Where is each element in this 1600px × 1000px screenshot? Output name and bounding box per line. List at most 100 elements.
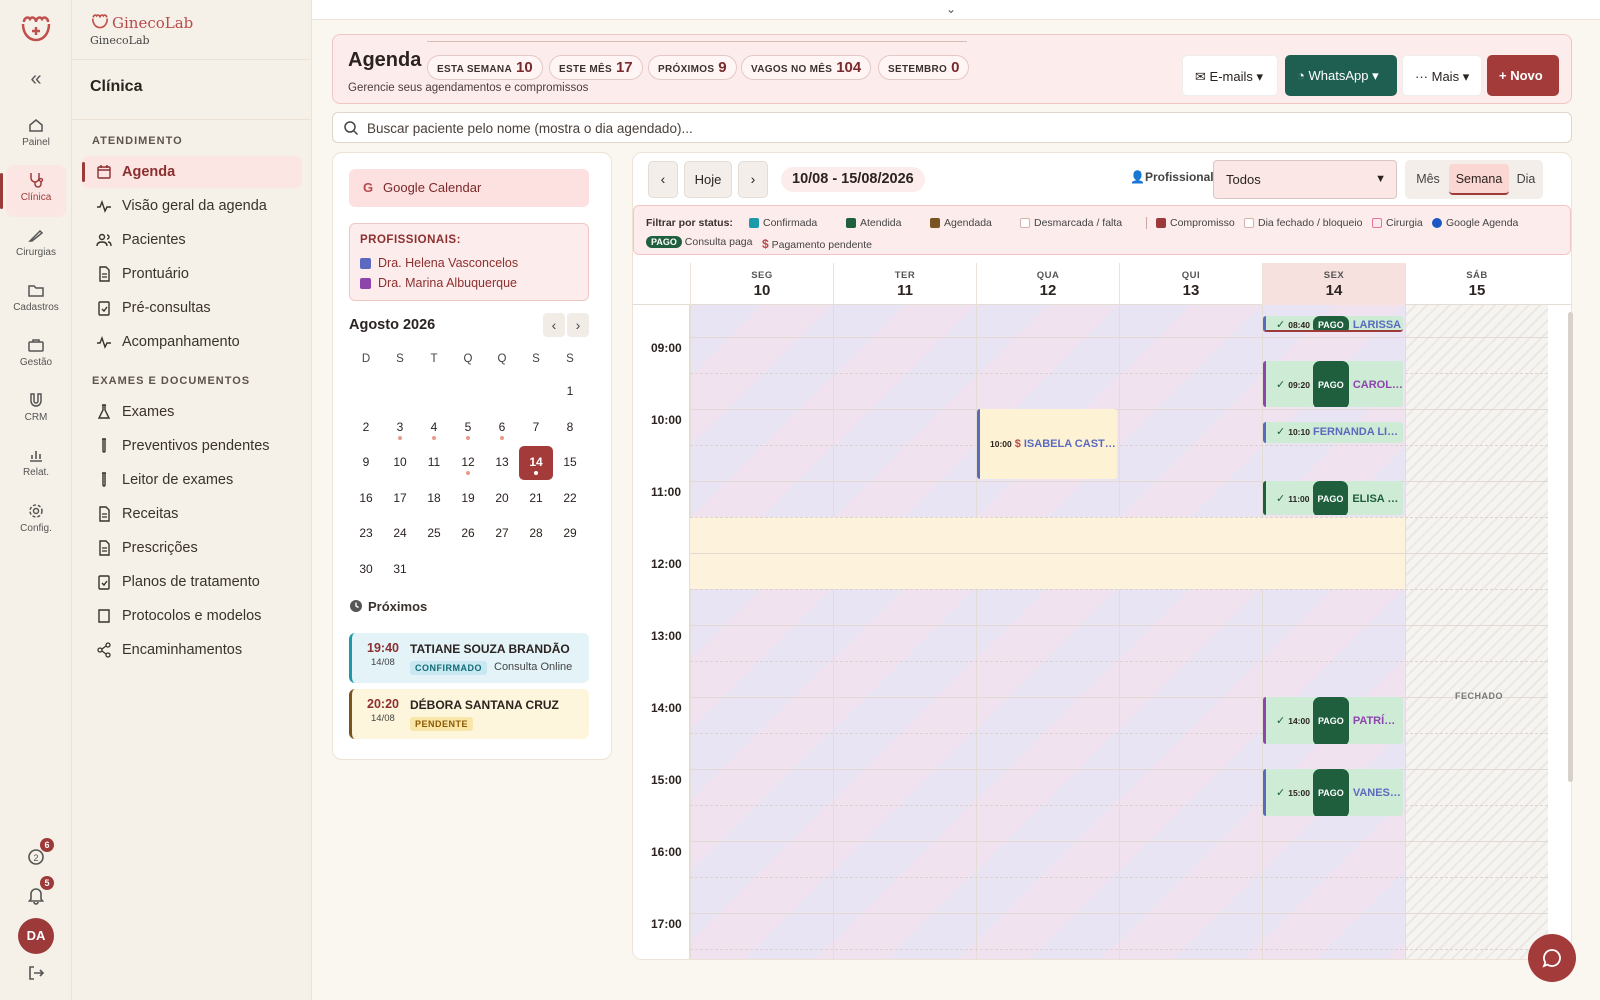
appointment-event[interactable]: ✓09:20PAGOCAROLINA [1263, 361, 1403, 408]
calendar-day[interactable]: 24 [383, 517, 417, 551]
sidebar-item-visão-geral-da-agenda[interactable]: Visão geral da agenda [82, 190, 302, 222]
next-month-button[interactable]: › [567, 313, 589, 337]
status-filter[interactable]: Desmarcada / falta [1020, 217, 1122, 229]
calendar-day[interactable]: 10 [383, 446, 417, 480]
prev-week-button[interactable]: ‹ [648, 161, 678, 198]
rail-item-crm[interactable]: CRM [6, 385, 66, 437]
calendar-day[interactable]: 12 [451, 446, 485, 480]
calendar-day[interactable]: 16 [349, 482, 383, 516]
calendar-day[interactable]: 3 [383, 411, 417, 445]
day-header[interactable]: SEG 10 [690, 263, 833, 305]
calendar-day[interactable]: 31 [383, 553, 417, 587]
status-filter[interactable]: Google Agenda [1432, 217, 1518, 229]
bell-icon[interactable]: 5 [25, 876, 54, 906]
calendar-day[interactable]: 27 [485, 517, 519, 551]
appointment-event[interactable]: ✓ 14:00 PAGO PATRÍCIA [1263, 697, 1403, 744]
user-avatar[interactable]: DA [18, 918, 54, 954]
status-filter[interactable]: Dia fechado / bloqueio [1244, 217, 1363, 229]
calendar-day[interactable]: 2 [349, 411, 383, 445]
calendar-day[interactable]: 7 [519, 411, 553, 445]
sidebar-item-agenda[interactable]: Agenda [82, 156, 302, 188]
status-filter[interactable]: Cirurgia [1372, 217, 1423, 229]
calendar-day[interactable]: 22 [553, 482, 587, 516]
status-filter[interactable]: Agendada [930, 217, 992, 229]
sidebar-item-leitor-de-exames[interactable]: Leitor de exames [82, 464, 302, 496]
day-column[interactable] [1119, 305, 1262, 959]
closed-day-column[interactable] [1405, 305, 1548, 959]
professional-select[interactable]: Todos ▼ [1213, 160, 1397, 199]
sidebar-item-prescrições[interactable]: Prescrições [82, 532, 302, 564]
upcoming-appointment[interactable]: 20:20 14/08 DÉBORA SANTANA CRUZ PENDENTE [349, 689, 589, 739]
calendar-day[interactable]: 15 [553, 446, 587, 480]
help-icon[interactable]: 2 6 [25, 838, 54, 868]
sidebar-item-encaminhamentos[interactable]: Encaminhamentos [82, 634, 302, 666]
emails-button[interactable]: ✉ E-mails ▾ [1182, 55, 1278, 96]
calendar-day[interactable]: 30 [349, 553, 383, 587]
day-header[interactable]: QUI 13 [1119, 263, 1262, 305]
calendar-day[interactable]: 29 [553, 517, 587, 551]
collapse-sidebar-icon[interactable]: « [22, 68, 50, 92]
appointment-event[interactable]: ✓ 08:40 PAGO LARISSA [1263, 315, 1403, 332]
new-appointment-button[interactable]: + Novo [1487, 55, 1559, 96]
calendar-day[interactable]: 9 [349, 446, 383, 480]
appointment-event[interactable]: ✓11:00PAGOELISA MOURA [1263, 481, 1403, 516]
rail-item-cirurgias[interactable]: Cirurgias [6, 220, 66, 272]
day-header[interactable]: SEX 14 [1262, 263, 1405, 305]
calendar-day[interactable]: 1 [553, 375, 587, 409]
prev-month-button[interactable]: ‹ [543, 313, 565, 337]
sidebar-item-pré-consultas[interactable]: Pré-consultas [82, 292, 302, 324]
day-header[interactable]: QUA 12 [976, 263, 1119, 305]
rail-item-gestão[interactable]: Gestão [6, 330, 66, 382]
calendar-day[interactable]: 18 [417, 482, 451, 516]
appointment-event[interactable]: ✓ 10:10 FERNANDA LIMA [1263, 421, 1403, 444]
calendar-day[interactable]: 21 [519, 482, 553, 516]
sidebar-item-prontuário[interactable]: Prontuário [82, 258, 302, 290]
calendar-day[interactable]: 6 [485, 411, 519, 445]
day-column[interactable] [976, 305, 1119, 959]
calendar-day[interactable]: 26 [451, 517, 485, 551]
expand-header-icon[interactable]: ⌄ [946, 2, 956, 16]
patient-search[interactable] [332, 112, 1572, 143]
appointment-event[interactable]: 10:00 $ ISABELA CASTRO [977, 409, 1117, 480]
calendar-day[interactable]: 19 [451, 482, 485, 516]
calendar-day[interactable]: 28 [519, 517, 553, 551]
view-day-button[interactable]: Dia [1511, 164, 1541, 195]
view-month-button[interactable]: Mês [1409, 164, 1447, 195]
google-calendar-button[interactable]: G Google Calendar [349, 169, 589, 207]
sidebar-item-planos-de-tratamento[interactable]: Planos de tratamento [82, 566, 302, 598]
today-button[interactable]: Hoje [684, 161, 732, 198]
sidebar-item-exames[interactable]: Exames [82, 396, 302, 428]
rail-item-config[interactable]: Config. [6, 496, 66, 548]
rail-item-relat[interactable]: Relat. [6, 440, 66, 492]
calendar-day[interactable]: 17 [383, 482, 417, 516]
calendar-day[interactable]: 4 [417, 411, 451, 445]
chat-button[interactable] [1528, 934, 1576, 982]
calendar-day[interactable]: 25 [417, 517, 451, 551]
professional-item[interactable]: Dra. Marina Albuquerque [360, 276, 517, 290]
more-button[interactable]: ··· Mais ▾ [1402, 55, 1482, 96]
calendar-day[interactable]: 13 [485, 446, 519, 480]
status-filter[interactable]: Compromisso [1156, 217, 1235, 229]
upcoming-appointment[interactable]: 19:40 14/08 TATIANE SOUZA BRANDÃO CONFIR… [349, 633, 589, 683]
day-column[interactable] [690, 305, 833, 959]
rail-item-cadastros[interactable]: Cadastros [6, 275, 66, 327]
status-filter[interactable]: Atendida [846, 217, 901, 229]
day-header[interactable]: TER 11 [833, 263, 976, 305]
rail-item-painel[interactable]: Painel [6, 110, 66, 162]
scrollbar[interactable] [1568, 312, 1573, 782]
sidebar-item-receitas[interactable]: Receitas [82, 498, 302, 530]
calendar-day[interactable]: 23 [349, 517, 383, 551]
rail-item-clínica[interactable]: Clínica [0, 165, 66, 217]
sidebar-item-acompanhamento[interactable]: Acompanhamento [82, 326, 302, 358]
day-header[interactable]: SÁB 15 [1405, 263, 1548, 305]
whatsapp-button[interactable]: ◔ WhatsApp ▾ [1285, 55, 1397, 96]
sidebar-item-protocolos-e-modelos[interactable]: Protocolos e modelos [82, 600, 302, 632]
calendar-day[interactable]: 20 [485, 482, 519, 516]
calendar-day[interactable]: 11 [417, 446, 451, 480]
day-column[interactable] [833, 305, 976, 959]
calendar-day[interactable]: 14 [519, 446, 553, 480]
logout-icon[interactable] [25, 962, 47, 984]
professional-item[interactable]: Dra. Helena Vasconcelos [360, 256, 518, 270]
calendar-day[interactable]: 8 [553, 411, 587, 445]
status-filter[interactable]: Confirmada [749, 217, 817, 229]
